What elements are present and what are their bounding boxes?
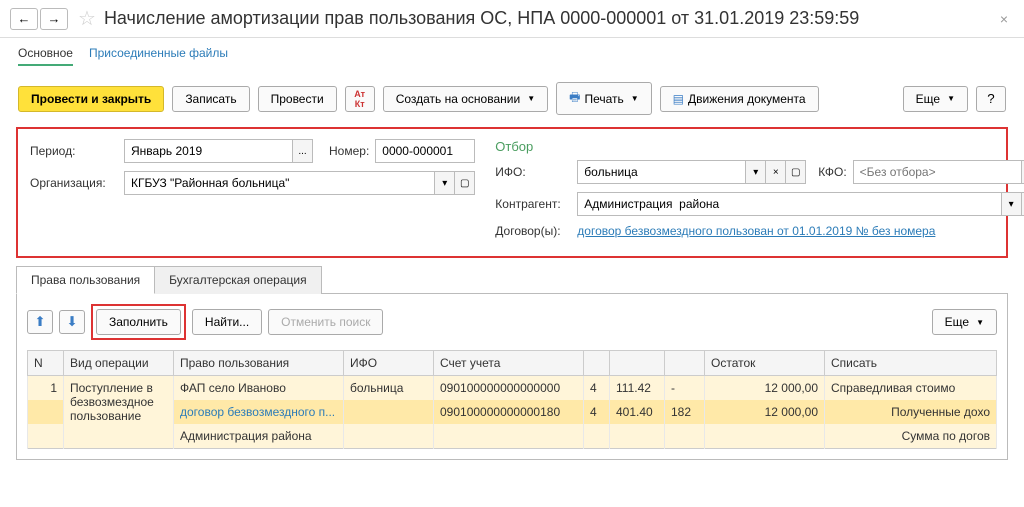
chevron-down-icon: ▼ — [527, 94, 535, 103]
chevron-down-icon: ▼ — [631, 94, 639, 103]
ifo-open-button[interactable]: ▢ — [786, 160, 806, 184]
nav-forward-button[interactable]: → — [40, 8, 68, 30]
chevron-down-icon: ▼ — [976, 318, 984, 327]
move-up-button[interactable]: ⬆ — [27, 310, 53, 334]
dk-icon: АтКт — [354, 89, 365, 109]
post-and-close-button[interactable]: Провести и закрыть — [18, 86, 164, 112]
kfo-input[interactable] — [853, 160, 1022, 184]
contracts-link[interactable]: договор безвозмездного пользован от 01.0… — [577, 224, 935, 238]
number-input[interactable] — [375, 139, 475, 163]
selection-title: Отбор — [495, 139, 1024, 154]
print-button[interactable]: 🖶Печать▼ — [556, 82, 652, 115]
org-dropdown-button[interactable]: ▾ — [435, 171, 455, 195]
more-button[interactable]: Еще▼ — [903, 86, 968, 112]
col-ifo[interactable]: ИФО — [344, 351, 434, 376]
contracts-label: Договор(ы): — [495, 224, 571, 238]
tab-accounting-operation[interactable]: Бухгалтерская операция — [154, 266, 321, 294]
close-icon[interactable]: × — [994, 9, 1014, 29]
col-c2[interactable] — [610, 351, 665, 376]
ifo-input[interactable] — [577, 160, 746, 184]
fill-button[interactable]: Заполнить — [96, 309, 181, 335]
find-button[interactable]: Найти... — [192, 309, 262, 335]
table-row[interactable]: 1 Поступление в безвозмездное пользовани… — [28, 376, 997, 401]
counterparty-label: Контрагент: — [495, 197, 571, 211]
table-more-button[interactable]: Еще▼ — [932, 309, 997, 335]
org-input[interactable] — [124, 171, 435, 195]
print-icon: 🖶 — [569, 88, 580, 109]
nav-back-button[interactable]: ← — [10, 8, 38, 30]
cancel-find-button[interactable]: Отменить поиск — [268, 309, 383, 335]
org-label: Организация: — [30, 176, 118, 190]
col-account[interactable]: Счет учета — [434, 351, 584, 376]
ifo-clear-button[interactable]: × — [766, 160, 786, 184]
tab-usage-rights[interactable]: Права пользования — [16, 266, 155, 294]
create-based-on-button[interactable]: Создать на основании▼ — [383, 86, 548, 112]
counterparty-input[interactable] — [577, 192, 1001, 216]
post-button[interactable]: Провести — [258, 86, 337, 112]
ifo-dropdown-button[interactable]: ▾ — [746, 160, 766, 184]
table-row[interactable]: Администрация района Сумма по догов — [28, 424, 997, 449]
counterparty-dropdown-button[interactable]: ▾ — [1002, 192, 1022, 216]
col-op-type[interactable]: Вид операции — [64, 351, 174, 376]
col-right[interactable]: Право пользования — [174, 351, 344, 376]
movements-button[interactable]: ▤Движения документа — [660, 86, 819, 112]
chevron-down-icon: ▼ — [947, 94, 955, 103]
kfo-label: КФО: — [818, 165, 846, 179]
save-button[interactable]: Записать — [172, 86, 249, 112]
period-select-button[interactable]: ... — [293, 139, 313, 163]
number-label: Номер: — [329, 144, 369, 158]
document-icon: ▤ — [673, 92, 684, 106]
dk-icon-button[interactable]: АтКт — [345, 86, 375, 112]
period-label: Период: — [30, 144, 118, 158]
subtab-attached-files[interactable]: Присоединенные файлы — [89, 46, 228, 66]
col-c3[interactable] — [665, 351, 705, 376]
move-down-button[interactable]: ⬇ — [59, 310, 85, 334]
col-write-off[interactable]: Списать — [825, 351, 997, 376]
subtab-main[interactable]: Основное — [18, 46, 73, 66]
org-open-button[interactable]: ▢ — [455, 171, 475, 195]
favorite-icon[interactable]: ☆ — [78, 6, 96, 31]
table-row[interactable]: договор безвозмездного п... 090100000000… — [28, 400, 997, 424]
data-grid[interactable]: N Вид операции Право пользования ИФО Сче… — [27, 350, 997, 449]
ifo-label: ИФО: — [495, 165, 571, 179]
period-input[interactable] — [124, 139, 293, 163]
page-title: Начисление амортизации прав пользования … — [104, 8, 994, 29]
fill-highlight: Заполнить — [91, 304, 186, 340]
grid-header-row: N Вид операции Право пользования ИФО Сче… — [28, 351, 997, 376]
help-button[interactable]: ? — [976, 86, 1006, 112]
filter-panel: Период: ... Номер: Организация: ▾ ▢ Отбо… — [16, 127, 1008, 258]
col-c1[interactable] — [584, 351, 610, 376]
col-n[interactable]: N — [28, 351, 64, 376]
col-balance[interactable]: Остаток — [705, 351, 825, 376]
